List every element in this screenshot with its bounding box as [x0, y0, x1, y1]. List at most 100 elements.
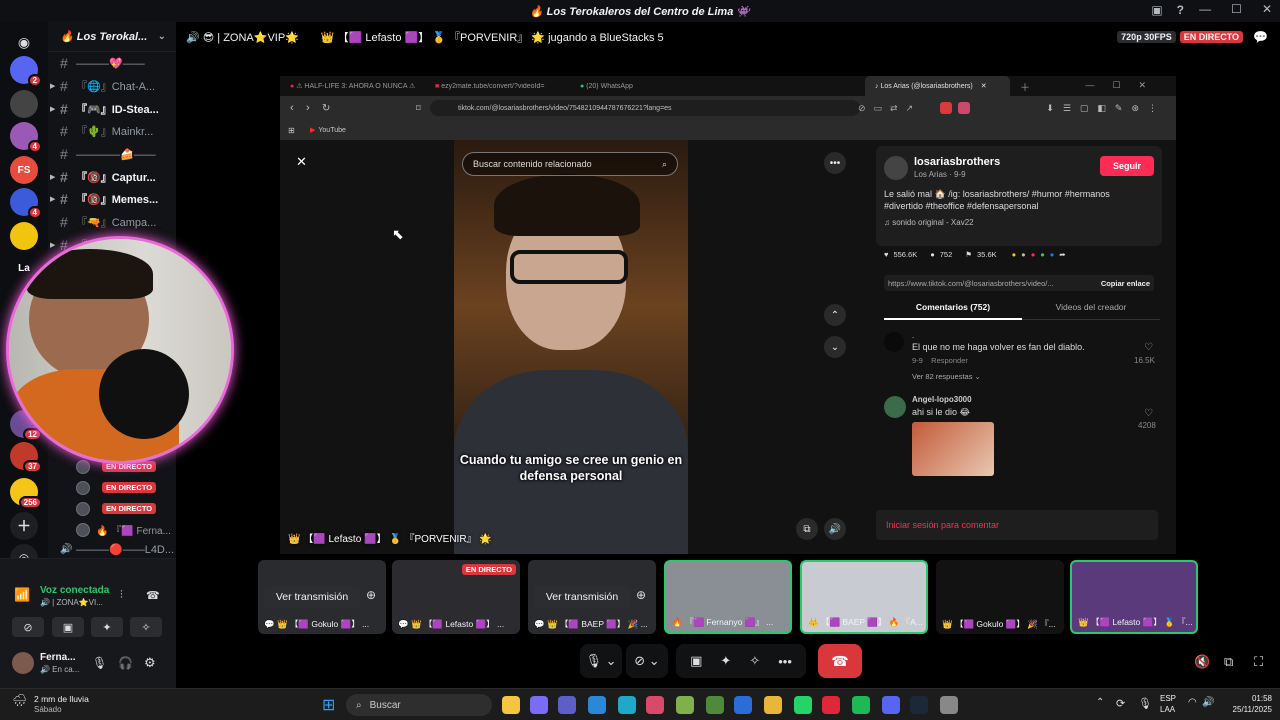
- help-icon[interactable]: ?: [1177, 3, 1184, 17]
- share-icon[interactable]: ➦: [1059, 250, 1065, 259]
- apps-icon[interactable]: ⊞: [288, 126, 295, 135]
- browser-tab[interactable]: ● (20) WhatsApp: [570, 83, 715, 90]
- stream-view[interactable]: ● ⚠ HALF-LIFE 3: AHORA O NUNCA ⚠ ■ ezy2m…: [280, 76, 1176, 554]
- author-handle[interactable]: losariasbrothers: [914, 156, 1000, 168]
- embed-icon[interactable]: ●: [1021, 250, 1026, 259]
- disconnect-icon[interactable]: ☎: [146, 589, 160, 602]
- soundboard-button[interactable]: ✧: [130, 617, 162, 637]
- server-header[interactable]: 🔥 Los Terokal... ⌄: [48, 22, 176, 52]
- language-code[interactable]: ESP: [1160, 694, 1176, 703]
- popout-icon[interactable]: ⧉: [1224, 654, 1233, 670]
- mail-icon[interactable]: [734, 696, 752, 714]
- copy-link-button[interactable]: Copiar enlace: [1101, 279, 1150, 288]
- store-icon[interactable]: [588, 696, 606, 714]
- bookmark-youtube[interactable]: YouTube: [318, 127, 346, 134]
- stream-thumbnail[interactable]: 🔥 『🟪 Fernanyo 🟪』 ...: [664, 560, 792, 634]
- minecraft-icon[interactable]: [706, 696, 724, 714]
- user-name[interactable]: Ferna...: [40, 652, 76, 663]
- heart-icon[interactable]: ♡: [1144, 342, 1153, 353]
- pip-icon[interactable]: ⧉: [796, 518, 818, 540]
- camera-off-button[interactable]: ⊘ ⌄: [626, 644, 668, 678]
- server-icon[interactable]: FS: [10, 156, 38, 184]
- forward-icon[interactable]: ›: [306, 102, 310, 114]
- microphone-icon[interactable]: 🎙: [1138, 697, 1152, 710]
- edge-icon[interactable]: [618, 696, 636, 714]
- voice-user[interactable]: 🔥 『🟪 Ferna...: [48, 519, 176, 540]
- more-icon[interactable]: •••: [824, 152, 846, 174]
- comment-icon[interactable]: ●: [930, 250, 935, 259]
- disconnect-button[interactable]: ☎: [818, 644, 862, 678]
- popout-icon[interactable]: ⊕: [366, 588, 376, 602]
- heart-icon[interactable]: ♥: [884, 250, 888, 259]
- avatar[interactable]: [12, 652, 34, 674]
- settings-icon[interactable]: [940, 696, 958, 714]
- sound-link[interactable]: ♫ sonido original - Xav22: [884, 218, 974, 227]
- extension-icon[interactable]: [940, 102, 952, 114]
- heart-icon[interactable]: ♡: [1144, 408, 1153, 419]
- related-search-input[interactable]: Buscar contenido relacionado ⌕: [462, 152, 678, 176]
- network-icon[interactable]: ⟳: [1116, 697, 1125, 710]
- channel-item[interactable]: # 『🌵』Mainkr...: [48, 120, 176, 143]
- stream-thumbnail[interactable]: 👑 【🟪 Lefasto 🟪】 🥇 『...: [1070, 560, 1198, 634]
- comment-meta[interactable]: 9-9 Responder: [912, 356, 968, 365]
- opera-icon[interactable]: [822, 696, 840, 714]
- share-tiktok-icon[interactable]: ●: [1031, 250, 1036, 259]
- activities-button[interactable]: ✦: [91, 617, 123, 637]
- channel-item[interactable]: ▶ # 『🔞』Memes...: [48, 188, 176, 211]
- gear-icon[interactable]: ⚙: [144, 655, 156, 671]
- browser-tab[interactable]: ■ ezy2mate.tube/convert/?videoId=: [425, 83, 570, 90]
- microphone-button[interactable]: 🎙 ⌄: [580, 644, 622, 678]
- server-icon[interactable]: 256: [10, 478, 42, 509]
- video-off-button[interactable]: ⊘: [12, 617, 44, 637]
- file-explorer-icon[interactable]: [502, 696, 520, 714]
- channel-item[interactable]: # 『🔫』Campa...: [48, 211, 176, 234]
- noise-suppression-icon[interactable]: ⫶: [120, 589, 123, 602]
- avatar[interactable]: [884, 332, 904, 352]
- back-icon[interactable]: ‹: [290, 102, 294, 114]
- server-icon[interactable]: 4: [10, 122, 42, 153]
- share-coin-icon[interactable]: ●: [1012, 250, 1017, 259]
- copilot-icon[interactable]: [530, 696, 548, 714]
- chat-icon[interactable]: 💬: [1253, 30, 1268, 44]
- weather-icon[interactable]: 🌧: [12, 693, 27, 707]
- discord-home-icon[interactable]: ◉: [10, 28, 38, 56]
- server-icon[interactable]: 4: [10, 188, 42, 219]
- video-player[interactable]: Buscar contenido relacionado ⌕ Cuando tu…: [454, 140, 688, 554]
- channel-item[interactable]: ▶ # 『🔞』Captur...: [48, 165, 176, 188]
- browser-tab-active[interactable]: ♪ Los Arias (@losariasbrothers) ✕: [865, 76, 1010, 96]
- channel-item[interactable]: ▶ # 『🌐』Chat-A...: [48, 75, 176, 98]
- channel-item[interactable]: # ———💖——: [48, 52, 176, 75]
- close-button[interactable]: ✕: [1262, 2, 1272, 16]
- close-video-icon[interactable]: ✕: [296, 154, 307, 170]
- voice-user[interactable]: EN DIRECTO: [48, 477, 176, 498]
- taskbar-search[interactable]: ⌕ Buscar: [346, 694, 492, 716]
- notepad-icon[interactable]: [676, 696, 694, 714]
- save-icon[interactable]: ⚑: [965, 250, 972, 259]
- tab-creator-videos[interactable]: Videos del creador: [1022, 302, 1160, 320]
- whatsapp-icon[interactable]: ●: [1040, 250, 1045, 259]
- search-icon[interactable]: ⌕: [662, 159, 667, 170]
- popout-icon[interactable]: ⊕: [636, 588, 646, 602]
- chevron-up-icon[interactable]: ⌃: [824, 304, 846, 326]
- new-tab-icon[interactable]: ＋: [1020, 79, 1030, 94]
- voice-user[interactable]: EN DIRECTO: [48, 498, 176, 519]
- toolbar-icons[interactable]: ⬇☰▢◧✎⊛⋮: [1046, 103, 1166, 114]
- soundboard-icon[interactable]: ✧: [749, 653, 760, 669]
- inbox-icon[interactable]: ▣: [1151, 3, 1162, 17]
- maximize-button[interactable]: ☐: [1231, 2, 1242, 16]
- activities-icon[interactable]: ✦: [720, 653, 731, 669]
- clock-time[interactable]: 01:58: [1226, 694, 1272, 703]
- comment-user[interactable]: Angel-lopo3000: [912, 395, 972, 404]
- discord-icon[interactable]: [882, 696, 900, 714]
- close-tab-icon[interactable]: ✕: [981, 82, 987, 90]
- comment-image[interactable]: [912, 422, 994, 476]
- avatar[interactable]: [884, 396, 906, 418]
- browser-tab[interactable]: ● ⚠ HALF-LIFE 3: AHORA O NUNCA ⚠: [280, 82, 425, 91]
- volume-icon[interactable]: 🔊: [1202, 697, 1214, 708]
- channel-item[interactable]: ▶ # 『🎮』ID-Stea...: [48, 97, 176, 120]
- folder-icon[interactable]: [764, 696, 782, 714]
- extension-icon[interactable]: [958, 102, 970, 114]
- stream-thumbnail[interactable]: Ver transmisión ⊕ 💬 👑 【🟪 BAEP 🟪】 🎉 ...: [528, 560, 656, 634]
- login-to-comment[interactable]: Iniciar sesión para comentar: [876, 510, 1158, 540]
- spotify-icon[interactable]: [852, 696, 870, 714]
